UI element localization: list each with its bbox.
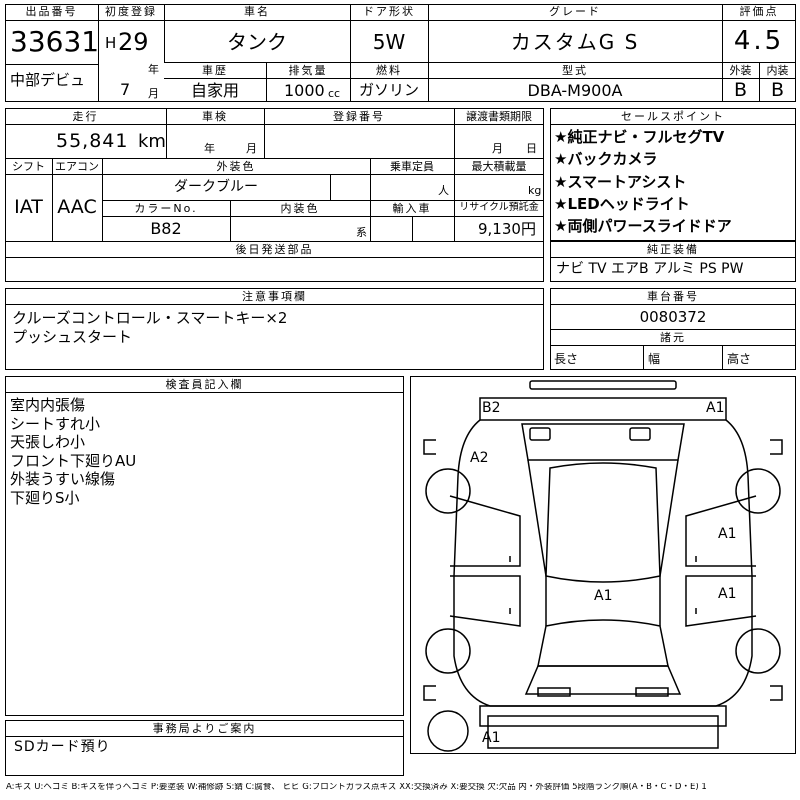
later-parts-label: 後日発送部品 bbox=[235, 243, 314, 256]
damage-mark: A1 bbox=[594, 588, 613, 604]
shift-label: シフト bbox=[12, 160, 45, 173]
color-number: B82 bbox=[150, 219, 182, 238]
height-label: 高さ bbox=[727, 352, 752, 366]
int-color-label: 内装色 bbox=[280, 202, 320, 215]
inspector-line: 天張しわ小 bbox=[10, 433, 86, 451]
shift: IAT bbox=[14, 196, 43, 218]
transfer-month-unit: 月 bbox=[492, 142, 503, 155]
legend: A:キズ U:ヘコミ B:キズを伴うヘコミ P:要塗装 W:補修跡 S:錆 C:… bbox=[6, 783, 707, 792]
width-label: 幅 bbox=[648, 352, 661, 366]
color-no-label: カラーNo. bbox=[134, 202, 198, 215]
mileage: 55,841 bbox=[56, 130, 129, 152]
damage-mark: A2 bbox=[470, 450, 489, 466]
inspection-year-unit: 年 bbox=[204, 142, 215, 155]
transfer-label: 譲渡書類期限 bbox=[466, 110, 532, 123]
month-unit: 月 bbox=[148, 87, 159, 100]
score-label: 評価点 bbox=[739, 5, 779, 18]
inspector-line: 下廻りS小 bbox=[10, 488, 80, 507]
first-reg-label: 初度登録 bbox=[105, 5, 157, 18]
fuel-label: 燃料 bbox=[376, 64, 402, 77]
damage-mark: A1 bbox=[718, 586, 737, 602]
transfer-day-unit: 日 bbox=[526, 142, 537, 155]
office-note: SDカード預り bbox=[14, 739, 111, 755]
displacement-label: 排気量 bbox=[288, 64, 328, 77]
year-unit: 年 bbox=[148, 63, 159, 76]
lot-label: 出品番号 bbox=[25, 5, 78, 18]
door-label: ドア形状 bbox=[363, 5, 415, 18]
sales-point-item: ★両側パワースライドドア bbox=[554, 217, 732, 235]
capacity-unit: 人 bbox=[438, 184, 449, 197]
spec-label: 諸元 bbox=[660, 331, 686, 344]
inspection-month-unit: 月 bbox=[246, 142, 257, 155]
fuel: ガソリン bbox=[358, 81, 419, 99]
damage-mark: A1 bbox=[718, 526, 737, 542]
grade-label: グレード bbox=[549, 5, 601, 18]
notes-label: 注意事項欄 bbox=[242, 290, 307, 303]
capacity-label: 乗車定員 bbox=[390, 160, 434, 173]
car-name: タンク bbox=[227, 30, 287, 54]
model-code: DBA-M900A bbox=[527, 81, 623, 100]
damage-mark: A1 bbox=[482, 730, 501, 746]
sales-point-item: ★スマートアシスト bbox=[554, 173, 687, 191]
car-body-diagram bbox=[423, 380, 783, 752]
exterior-color: ダークブルー bbox=[174, 179, 258, 195]
inspector-line: フロント下廻りAU bbox=[10, 451, 137, 470]
load-label: 最大積載量 bbox=[471, 160, 527, 173]
reg-no-label: 登録番号 bbox=[333, 110, 385, 123]
recycle-label: リサイクル預託金 bbox=[459, 202, 539, 213]
length-label: 長さ bbox=[554, 352, 579, 366]
sales-point-item: ★純正ナビ・フルセグTV bbox=[554, 128, 725, 146]
history: 自家用 bbox=[190, 81, 239, 100]
era: H bbox=[105, 34, 117, 52]
history-label: 車歴 bbox=[202, 64, 228, 77]
interior-label: 内装 bbox=[766, 64, 789, 77]
overall-score: 4.5 bbox=[733, 26, 785, 56]
int-color-unit: 系 bbox=[356, 226, 367, 239]
chassis-number: 0080372 bbox=[639, 308, 707, 326]
inspector-line: 外装うすい線傷 bbox=[10, 470, 116, 488]
first-reg-month: 7 bbox=[120, 80, 131, 99]
exterior-label: 外装 bbox=[729, 64, 752, 77]
equipment-label: 純正装備 bbox=[647, 243, 699, 256]
damage-mark: B2 bbox=[482, 400, 501, 416]
model-label: 型式 bbox=[562, 64, 588, 77]
import-label: 輸入車 bbox=[392, 202, 432, 215]
first-reg-year: 29 bbox=[118, 28, 149, 56]
lot-number: 33631 bbox=[10, 25, 100, 58]
chassis-label: 車台番号 bbox=[647, 290, 699, 303]
note-line: プッシュスタート bbox=[12, 327, 133, 346]
sales-point-item: ★バックカメラ bbox=[554, 150, 658, 168]
equipment-list: ナビ TV エアB アルミ PS PW bbox=[556, 261, 744, 277]
exterior-grade: B bbox=[733, 79, 748, 101]
car-name-label: 車名 bbox=[244, 5, 270, 18]
sales-points-label: セールスポイント bbox=[621, 110, 725, 123]
inspection-label: 車検 bbox=[202, 110, 228, 123]
air-conditioner: AAC bbox=[57, 196, 97, 218]
auction-venue: 中部デビュ bbox=[10, 71, 86, 89]
ext-color-label: 外装色 bbox=[216, 160, 256, 173]
inspector-label: 検査員記入欄 bbox=[165, 378, 244, 391]
displacement: 1000 bbox=[284, 81, 325, 100]
inspector-line: 室内内張傷 bbox=[10, 396, 86, 414]
recycle-fee: 9,130円 bbox=[478, 220, 536, 238]
interior-grade: B bbox=[770, 79, 785, 101]
door-type: 5W bbox=[372, 30, 406, 54]
inspector-line: シートすれ小 bbox=[10, 414, 101, 433]
grade: カスタムG S bbox=[510, 30, 640, 54]
displacement-unit: cc bbox=[328, 87, 341, 100]
load-unit: kg bbox=[528, 184, 542, 197]
mileage-unit: km bbox=[138, 131, 166, 152]
damage-mark: A1 bbox=[706, 400, 725, 416]
sales-point-item: ★LEDヘッドライト bbox=[554, 195, 690, 213]
ac-label: エアコン bbox=[55, 160, 99, 173]
note-line: クルーズコントロール・スマートキー×2 bbox=[12, 309, 288, 327]
office-label: 事務局よりご案内 bbox=[152, 722, 257, 735]
mileage-label: 走行 bbox=[72, 110, 99, 123]
